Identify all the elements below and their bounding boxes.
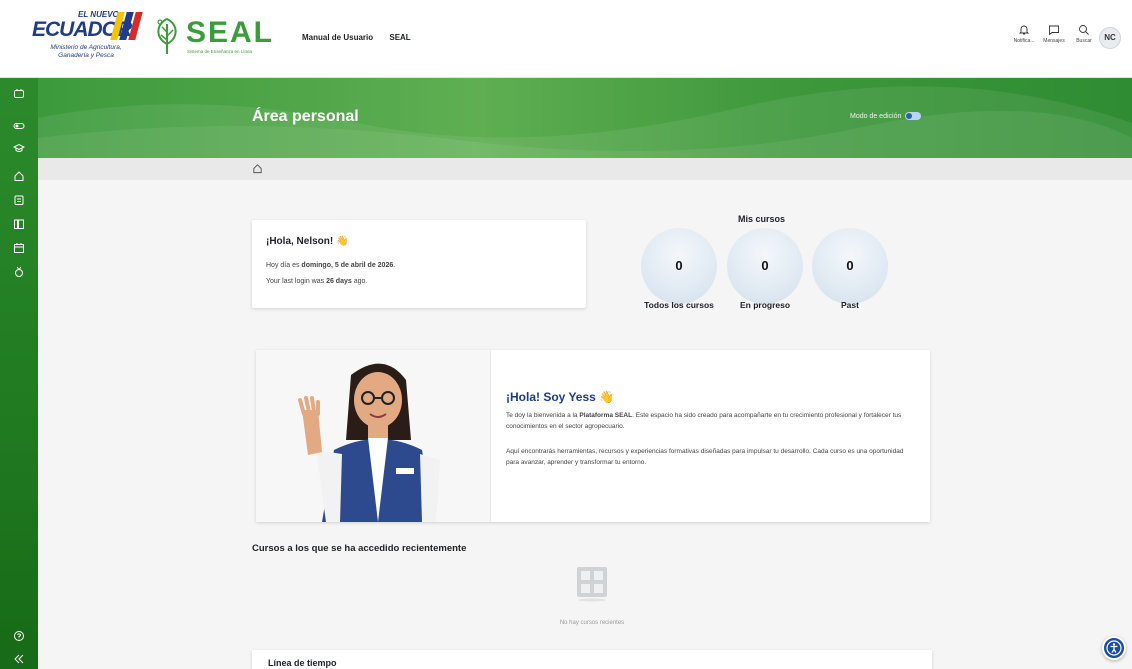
notifications-button[interactable]: Notifica...: [1012, 24, 1036, 44]
search-button[interactable]: Buscar: [1072, 24, 1096, 44]
messages-label: Mensajes: [1043, 38, 1065, 44]
left-drawer: [0, 78, 38, 669]
notifications-label: Notifica...: [1013, 38, 1035, 44]
greeting-login-value: 26 days: [326, 278, 352, 285]
greeting-title: ¡Hola, Nelson! 👋: [266, 236, 349, 247]
stat-past-value: 0: [812, 228, 888, 304]
edit-mode-label: Modo de edición: [850, 112, 902, 120]
stat-past-label: Past: [841, 300, 859, 310]
greeting-date-prefix: Hoy día es: [266, 262, 302, 269]
greeting-date-line: Hoy día es domingo, 5 de abril de 2026.: [266, 262, 395, 269]
ministry-line-2: Ganadería y Pesca: [58, 52, 114, 59]
assistant-title: ¡Hola! Soy Yess 👋: [506, 390, 615, 404]
greeting-login-prefix: Your last login was: [266, 278, 327, 285]
calendar-list-icon[interactable]: [13, 194, 25, 206]
help-icon[interactable]: [13, 630, 25, 642]
accessibility-icon: [1106, 640, 1122, 656]
stat-all-courses-label: Todos los cursos: [644, 300, 714, 310]
greeting-login-suffix: ago.: [351, 278, 368, 285]
graduation-icon[interactable]: [13, 142, 25, 154]
messages-button[interactable]: Mensajes: [1042, 24, 1066, 44]
greeting-date-value: domingo, 5 de abril de 2026: [301, 262, 394, 269]
assistant-p1-bold: Plataforma SEAL: [579, 412, 633, 419]
stat-all-courses-value: 0: [641, 228, 717, 304]
home-icon[interactable]: [13, 170, 25, 182]
breadcrumb-home-icon[interactable]: [252, 163, 263, 174]
stat-in-progress[interactable]: 0 En progreso: [727, 228, 803, 310]
bell-icon: [1018, 25, 1030, 35]
search-label: Buscar: [1076, 38, 1092, 44]
message-icon: [1049, 25, 1059, 36]
assistant-avatar-icon: [298, 363, 440, 522]
stat-past[interactable]: 0 Past: [812, 228, 888, 310]
user-avatar[interactable]: NC: [1099, 27, 1121, 49]
accessibility-button[interactable]: [1102, 636, 1126, 660]
library-icon[interactable]: [13, 218, 25, 230]
timeline-block: Línea de tiempo: [252, 650, 932, 669]
greeting-login-line: Your last login was 26 days ago.: [266, 278, 367, 285]
leaf-logo-icon: [157, 17, 177, 54]
navbar-tools: Notifica... Mensajes Buscar: [1012, 24, 1096, 44]
stat-in-progress-label: En progreso: [739, 300, 791, 310]
my-courses-title: Mis cursos: [738, 214, 786, 224]
stat-all-courses[interactable]: 0 Todos los cursos: [641, 228, 717, 310]
breadcrumb: [38, 158, 1132, 180]
nav-link-seal[interactable]: SEAL: [389, 33, 410, 42]
assistant-illustration: [256, 350, 491, 522]
assistant-paragraph-1: Te doy la bienvenida a la Plataforma SEA…: [506, 410, 916, 432]
empty-courses-icon: [577, 567, 607, 602]
search-icon: [1079, 25, 1089, 35]
recent-courses-title: Cursos a los que se ha accedido reciente…: [252, 543, 467, 554]
calendar-icon[interactable]: [13, 242, 25, 254]
recent-courses-empty-text: No hay cursos recientes: [559, 620, 625, 626]
seal-logo[interactable]: SEAL Sistema de Enseñanza en Línea: [152, 16, 282, 62]
seal-name: SEAL: [186, 16, 275, 49]
greeting-date-suffix: .: [393, 262, 396, 269]
assistant-paragraph-2: Aquí encontrarás herramientas, recursos …: [506, 448, 904, 466]
page-header-banner: Área personal Modo de edición: [38, 78, 1132, 158]
top-navbar: EL NUEVO ECUADOR Ministerio de Agricultu…: [0, 0, 1132, 78]
edit-mode-control[interactable]: Modo de edición: [850, 112, 922, 120]
badge-icon[interactable]: [13, 266, 25, 278]
page-title: Área personal: [252, 108, 359, 125]
edit-mode-toggle[interactable]: [905, 112, 922, 120]
ministry-line-1: Ministerio de Agricultura,: [50, 44, 122, 51]
ecuador-logo[interactable]: EL NUEVO ECUADOR Ministerio de Agricultu…: [22, 10, 144, 66]
assistant-p1-prefix: Te doy la bienvenida a la: [506, 412, 580, 419]
ecuador-flag-stripes: [110, 12, 144, 40]
seal-subtitle: Sistema de Enseñanza en Línea: [187, 49, 253, 54]
timeline-title: Línea de tiempo: [268, 658, 337, 668]
toggle-icon[interactable]: [13, 120, 25, 132]
dashboard-icon[interactable]: [13, 88, 25, 100]
welcome-assistant-card: ¡Hola! Soy Yess 👋 Te doy la bienvenida a…: [256, 350, 930, 522]
collapse-icon[interactable]: [13, 653, 25, 665]
banner-hills-decoration: [38, 86, 1132, 158]
primary-navigation: Manual de Usuario SEAL: [302, 33, 425, 42]
nav-link-manual[interactable]: Manual de Usuario: [302, 33, 373, 42]
stat-in-progress-value: 0: [727, 228, 803, 304]
greeting-card: ¡Hola, Nelson! 👋 Hoy día es domingo, 5 d…: [252, 220, 586, 308]
